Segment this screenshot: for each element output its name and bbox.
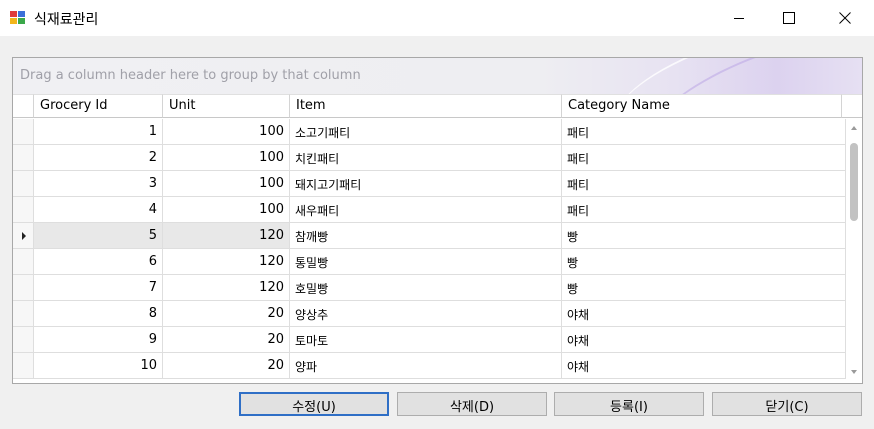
- category-cell[interactable]: 패티: [562, 119, 846, 145]
- grocery-id-cell[interactable]: 6: [34, 249, 163, 275]
- minimize-button[interactable]: [716, 0, 762, 36]
- header-indicator-cell: [13, 94, 34, 118]
- item-cell[interactable]: 양파: [290, 353, 562, 379]
- item-cell[interactable]: 통밀빵: [290, 249, 562, 275]
- vertical-scrollbar[interactable]: [846, 119, 862, 383]
- item-cell[interactable]: 토마토: [290, 327, 562, 353]
- scroll-thumb[interactable]: [850, 143, 858, 221]
- grocery-grid[interactable]: Drag a column header here to group by th…: [12, 57, 863, 384]
- row-indicator-cell[interactable]: [13, 275, 34, 301]
- row-indicator-cell[interactable]: [13, 301, 34, 327]
- window-title: 식재료관리: [34, 12, 99, 28]
- table-row[interactable]: 4 100 새우패티 패티: [13, 197, 846, 223]
- row-indicator-cell[interactable]: [13, 171, 34, 197]
- table-row[interactable]: 5 120 참깨빵 빵: [13, 223, 846, 249]
- unit-cell[interactable]: 120: [163, 249, 290, 275]
- title-bar: 식재료관리: [0, 0, 874, 36]
- register-button[interactable]: 등록(I): [554, 392, 704, 416]
- group-panel-hint: Drag a column header here to group by th…: [20, 68, 361, 83]
- table-row[interactable]: 2 100 치킨패티 패티: [13, 145, 846, 171]
- column-header-grocery-id[interactable]: Grocery Id: [34, 94, 163, 118]
- category-cell[interactable]: 빵: [562, 275, 846, 301]
- category-cell[interactable]: 패티: [562, 171, 846, 197]
- unit-cell[interactable]: 20: [163, 327, 290, 353]
- table-row[interactable]: 7 120 호밀빵 빵: [13, 275, 846, 301]
- close-button[interactable]: 닫기(C): [712, 392, 862, 416]
- item-cell[interactable]: 양상추: [290, 301, 562, 327]
- close-window-button[interactable]: [822, 0, 868, 36]
- table-row[interactable]: 8 20 양상추 야채: [13, 301, 846, 327]
- category-cell[interactable]: 빵: [562, 223, 846, 249]
- unit-cell[interactable]: 120: [163, 223, 290, 249]
- table-row[interactable]: 6 120 통밀빵 빵: [13, 249, 846, 275]
- category-cell[interactable]: 빵: [562, 249, 846, 275]
- category-cell[interactable]: 야채: [562, 353, 846, 379]
- item-cell[interactable]: 참깨빵: [290, 223, 562, 249]
- row-indicator-cell[interactable]: [13, 197, 34, 223]
- item-cell[interactable]: 치킨패티: [290, 145, 562, 171]
- table-row[interactable]: 10 20 양파 야채: [13, 353, 846, 379]
- scroll-up-icon[interactable]: [851, 126, 857, 130]
- unit-cell[interactable]: 100: [163, 145, 290, 171]
- row-indicator-cell[interactable]: [13, 223, 34, 249]
- delete-button[interactable]: 삭제(D): [397, 392, 547, 416]
- grocery-id-cell[interactable]: 3: [34, 171, 163, 197]
- grocery-id-cell[interactable]: 8: [34, 301, 163, 327]
- row-indicator-cell[interactable]: [13, 327, 34, 353]
- category-cell[interactable]: 패티: [562, 145, 846, 171]
- category-cell[interactable]: 패티: [562, 197, 846, 223]
- unit-cell[interactable]: 20: [163, 353, 290, 379]
- row-indicator-cell[interactable]: [13, 249, 34, 275]
- column-header-item[interactable]: Item: [290, 94, 562, 118]
- column-header-category-name[interactable]: Category Name: [562, 94, 842, 118]
- unit-cell[interactable]: 100: [163, 171, 290, 197]
- grocery-id-cell[interactable]: 9: [34, 327, 163, 353]
- grocery-id-cell[interactable]: 4: [34, 197, 163, 223]
- unit-cell[interactable]: 100: [163, 197, 290, 223]
- item-cell[interactable]: 돼지고기패티: [290, 171, 562, 197]
- grocery-id-cell[interactable]: 1: [34, 119, 163, 145]
- header-filler: [842, 94, 862, 118]
- focused-row-arrow-icon: [22, 232, 26, 240]
- table-row[interactable]: 1 100 소고기패티 패티: [13, 119, 846, 145]
- item-cell[interactable]: 호밀빵: [290, 275, 562, 301]
- grocery-id-cell[interactable]: 10: [34, 353, 163, 379]
- table-row[interactable]: 3 100 돼지고기패티 패티: [13, 171, 846, 197]
- grocery-id-cell[interactable]: 2: [34, 145, 163, 171]
- row-indicator-cell[interactable]: [13, 119, 34, 145]
- item-cell[interactable]: 소고기패티: [290, 119, 562, 145]
- item-cell[interactable]: 새우패티: [290, 197, 562, 223]
- close-icon: [839, 12, 851, 24]
- grocery-id-cell[interactable]: 5: [34, 223, 163, 249]
- maximize-button[interactable]: [766, 0, 812, 36]
- group-by-panel[interactable]: Drag a column header here to group by th…: [13, 58, 862, 94]
- grocery-id-cell[interactable]: 7: [34, 275, 163, 301]
- scroll-down-icon[interactable]: [851, 370, 857, 374]
- category-cell[interactable]: 야채: [562, 301, 846, 327]
- edit-button[interactable]: 수정(U): [239, 392, 389, 416]
- column-header-unit[interactable]: Unit: [163, 94, 290, 118]
- category-cell[interactable]: 야채: [562, 327, 846, 353]
- row-indicator-cell[interactable]: [13, 145, 34, 171]
- row-indicator-cell[interactable]: [13, 353, 34, 379]
- app-icon: [10, 11, 26, 25]
- unit-cell[interactable]: 100: [163, 119, 290, 145]
- table-row[interactable]: 9 20 토마토 야채: [13, 327, 846, 353]
- unit-cell[interactable]: 20: [163, 301, 290, 327]
- unit-cell[interactable]: 120: [163, 275, 290, 301]
